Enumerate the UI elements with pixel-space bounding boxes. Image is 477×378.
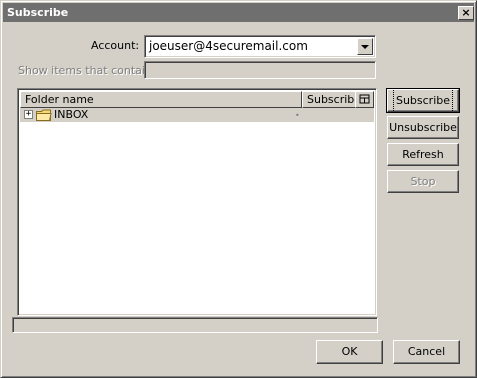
stop-button-label: Stop: [410, 175, 436, 188]
subscribe-mark[interactable]: •: [295, 111, 300, 120]
table-row[interactable]: + INBOX •: [20, 108, 374, 122]
cancel-button-label: Cancel: [407, 345, 446, 358]
refresh-button-label: Refresh: [402, 148, 444, 161]
unsubscribe-button-label: Unsubscribe: [389, 121, 457, 134]
folder-name: INBOX: [54, 108, 89, 121]
subscribe-dialog: Subscribe × Account: joeuser@4securemail…: [0, 0, 477, 378]
status-bar: [12, 317, 378, 333]
ok-button-label: OK: [341, 345, 358, 358]
subscribe-button-label: Subscribe: [392, 88, 454, 113]
column-picker-icon: [359, 94, 370, 104]
chevron-down-icon: [361, 44, 369, 49]
expand-icon[interactable]: +: [24, 110, 33, 119]
filter-input[interactable]: [144, 61, 376, 79]
close-button[interactable]: ×: [458, 6, 474, 20]
cancel-button[interactable]: Cancel: [393, 340, 460, 364]
filter-label: Show items that contain:: [18, 64, 156, 77]
column-header-label: Subscribe: [307, 93, 362, 106]
unsubscribe-button[interactable]: Unsubscribe: [387, 116, 459, 139]
folder-icon: [36, 109, 52, 121]
refresh-button[interactable]: Refresh: [387, 143, 459, 166]
account-dropdown-button[interactable]: [357, 38, 373, 55]
close-icon: ×: [461, 6, 471, 19]
column-header-folder-name[interactable]: Folder name: [20, 91, 302, 108]
stop-button[interactable]: Stop: [387, 170, 459, 193]
dialog-title: Subscribe: [7, 6, 69, 19]
folder-list[interactable]: Folder name Subscribe + INBOX •: [17, 88, 377, 316]
column-header-label: Folder name: [25, 93, 94, 106]
column-picker-button[interactable]: [355, 91, 374, 108]
account-value: joeuser@4securemail.com: [149, 39, 308, 53]
title-bar[interactable]: Subscribe ×: [3, 3, 474, 22]
account-label: Account:: [91, 39, 140, 52]
subscribe-button[interactable]: Subscribe: [386, 88, 460, 113]
ok-button[interactable]: OK: [316, 340, 383, 364]
account-combobox[interactable]: joeuser@4securemail.com: [144, 35, 376, 58]
